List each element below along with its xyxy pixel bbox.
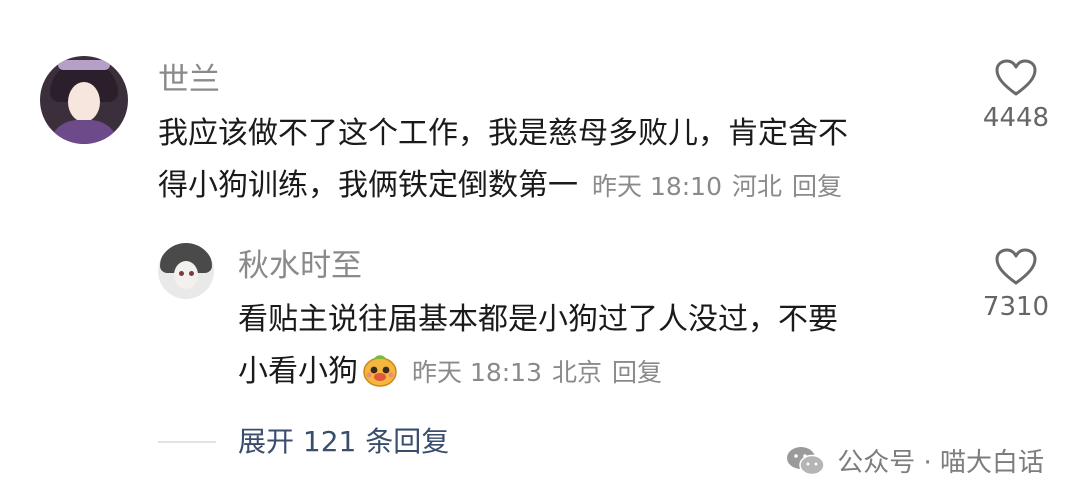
- reply-like-count: 7310: [982, 292, 1050, 322]
- reply-location: 北京: [552, 358, 603, 387]
- reply-meta: 昨天 18:13 北京 回复: [412, 358, 672, 387]
- comment-time: 昨天 18:10: [592, 172, 722, 201]
- dog-face-emoji: [362, 352, 398, 404]
- watermark: 公众号 · 喵大白话: [785, 442, 1044, 479]
- reply-line-2: 小看小狗 昨天 18:13 北京 回复: [238, 346, 958, 404]
- comment-meta: 昨天 18:10 河北 回复: [592, 172, 852, 201]
- comment-line-2: 得小狗训练，我俩铁定倒数第一 昨天 18:10 河北 回复: [158, 160, 958, 213]
- reply-body: 看贴主说往届基本都是小狗过了人没过，不要 小看小狗 昨天 18:13 北京 回复: [238, 294, 958, 404]
- avatar-headpiece: [58, 60, 110, 70]
- comment-location: 河北: [732, 172, 783, 201]
- comment-reply-button[interactable]: 回复: [792, 172, 842, 201]
- comment-like-count: 4448: [982, 103, 1050, 133]
- heart-outline-icon[interactable]: [994, 58, 1038, 98]
- divider: [158, 441, 216, 443]
- reply-avatar-face: [174, 261, 198, 289]
- comment-like[interactable]: 4448: [976, 58, 1056, 134]
- reply-reply-button[interactable]: 回复: [612, 358, 662, 387]
- avatar-face: [68, 82, 100, 122]
- reply-line-2-text: 小看小狗: [238, 354, 358, 389]
- expand-replies-button[interactable]: 展开 121 条回复: [238, 422, 449, 462]
- reply-username[interactable]: 秋水时至: [238, 246, 362, 286]
- reply-line-1: 看贴主说往届基本都是小狗过了人没过，不要: [238, 302, 838, 337]
- reply-like[interactable]: 7310: [976, 247, 1056, 323]
- comment-username[interactable]: 世兰: [158, 60, 220, 100]
- comment-body: 我应该做不了这个工作，我是慈母多败儿，肯定舍不 得小狗训练，我俩铁定倒数第一 昨天…: [158, 108, 958, 213]
- reply-avatar-eye: [189, 271, 194, 276]
- reply-time: 昨天 18:13: [412, 358, 542, 387]
- reply-avatar-eye: [179, 271, 184, 276]
- reply-avatar[interactable]: [158, 243, 214, 299]
- comment-line-1: 我应该做不了这个工作，我是慈母多败儿，肯定舍不: [158, 116, 848, 151]
- comment-line-2-text: 得小狗训练，我俩铁定倒数第一: [158, 168, 578, 203]
- avatar[interactable]: [40, 56, 128, 144]
- avatar-robe: [48, 120, 120, 144]
- wechat-icon: [787, 446, 825, 475]
- heart-outline-icon[interactable]: [994, 247, 1038, 287]
- watermark-text: 公众号 · 喵大白话: [837, 448, 1044, 478]
